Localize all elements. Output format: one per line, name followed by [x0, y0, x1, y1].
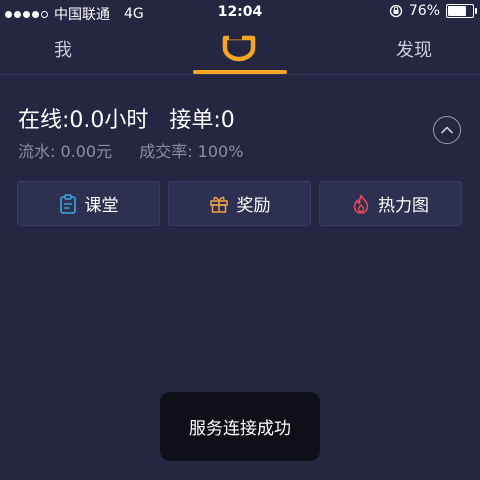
collapse-button[interactable] [433, 116, 461, 144]
flow-amount: 流水: 0.00元 [18, 142, 113, 161]
status-bar-right: 76% [389, 3, 477, 19]
rewards-label: 奖励 [236, 196, 271, 216]
battery-fill [448, 6, 467, 16]
classroom-button[interactable]: 课堂 [17, 181, 160, 226]
feature-buttons: 课堂 奖励 热力图 [17, 181, 462, 226]
heatmap-label: 热力图 [378, 196, 429, 216]
tab-discover[interactable]: 发现 [396, 36, 432, 62]
chevron-up-icon [441, 126, 453, 134]
status-bar: 中国联通 4G 12:04 76% [0, 0, 480, 24]
stats-subline: 流水: 0.00元 成交率: 100% [18, 138, 265, 162]
battery-icon [446, 4, 477, 18]
flame-icon [353, 194, 369, 214]
didi-logo-icon[interactable] [220, 34, 258, 62]
gift-icon [209, 196, 228, 213]
rewards-button[interactable]: 奖励 [168, 181, 311, 226]
completion-rate: 成交率: 100% [139, 142, 244, 161]
battery-percent: 76% [408, 3, 440, 19]
heatmap-button[interactable]: 热力图 [319, 181, 462, 226]
top-nav: 我 发现 [0, 26, 480, 75]
rotation-lock-icon [389, 4, 403, 18]
nav-divider [0, 74, 480, 75]
toast-message: 服务连接成功 [160, 392, 320, 461]
clipboard-icon [59, 193, 76, 214]
tab-me[interactable]: 我 [54, 36, 72, 62]
classroom-label: 课堂 [84, 196, 119, 216]
online-orders-summary: 在线:0.0小时 接单:0 [18, 108, 235, 133]
